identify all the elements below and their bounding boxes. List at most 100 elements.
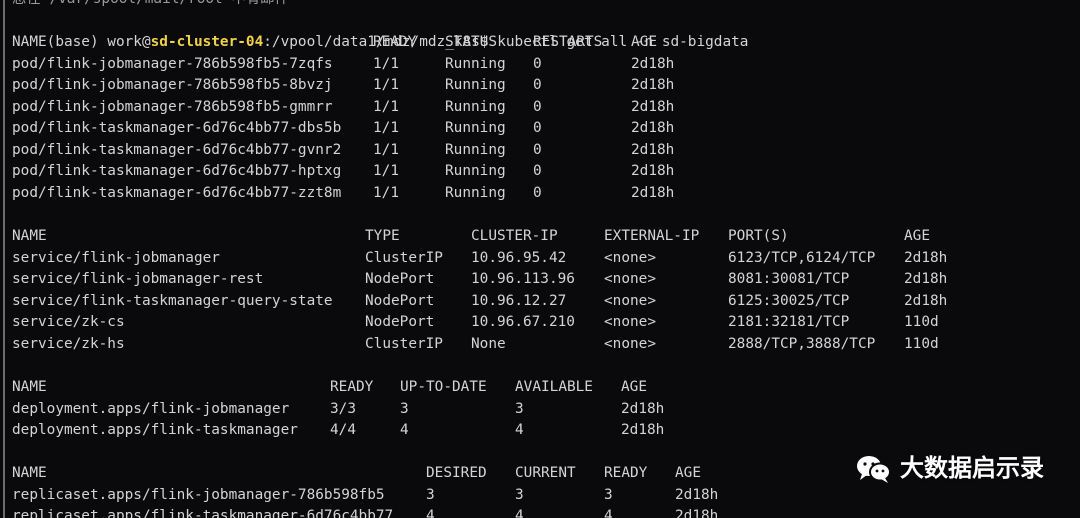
table-cell: 2d18h [621,400,665,417]
column-header: AGE [675,465,701,481]
table-cell: 1/1 [373,184,399,201]
table-row: pod/flink-jobmanager-786b598fb5-8bvzj 1/1… [12,75,1080,97]
table-cell: 1/1 [373,141,399,158]
table-cell: 4 [426,508,435,518]
table-row: pod/flink-taskmanager-6d76c4bb77-dbs5b 1/… [12,118,1080,140]
column-header: NAME [12,465,47,481]
table-cell: 2d18h [904,271,948,287]
table-cell: <none> [604,335,656,352]
table-cell: 10.96.113.96 [471,271,575,287]
table-cell: 0 [533,98,542,115]
table-cell: 3 [604,486,613,503]
table-cell: service/flink-jobmanager-rest [12,271,264,287]
table-cell: 1/1 [373,120,399,136]
table-row: service/flink-jobmanager ClusterIP 10.96.9… [12,248,1080,270]
table-cell: pod/flink-jobmanager-786b598fb5-8bvzj [12,77,333,93]
table-cell: 4 [604,508,613,518]
table-cell: replicaset.apps/flink-taskmanager-6d76c4… [12,508,394,518]
table-cell: 0 [533,184,542,201]
table-cell: 0 [533,120,542,136]
watermark-text: 大数据启示录 [900,454,1044,483]
table-cell: service/flink-taskmanager-query-state [12,292,333,309]
table-cell: 2d18h [631,163,675,179]
table-cell: deployment.apps/flink-jobmanager [12,400,290,417]
table-cell: Running [445,77,506,93]
table-cell: NodePort [365,314,435,330]
table-row: service/zk-hs ClusterIP None <none> 2888/TCP… [12,334,1080,356]
table-cell: 1/1 [373,55,399,72]
table-row: pod/flink-taskmanager-6d76c4bb77-zzt8m 1/… [12,183,1080,205]
table-row: pod/flink-taskmanager-6d76c4bb77-hptxg 1/… [12,161,1080,183]
table-cell: Running [445,98,506,115]
table-cell: 2d18h [675,486,719,503]
table-cell: pod/flink-taskmanager-6d76c4bb77-dbs5b [12,120,342,136]
table-row: pod/flink-jobmanager-786b598fb5-7zqfs 1/1… [12,54,1080,76]
table-row: service/zk-cs NodePort 10.96.67.210 <none> 2… [12,312,1080,334]
column-header: DESIRED [426,465,487,481]
column-header: CLUSTER-IP [471,228,558,244]
wechat-icon [857,456,891,483]
column-header: NAME [12,34,47,50]
table-cell: Running [445,120,506,136]
table-cell: <none> [604,271,656,287]
table-cell: 0 [533,141,542,158]
table-cell: 2d18h [904,249,948,266]
table-cell: 10.96.12.27 [471,292,567,309]
table-cell: 3/3 [330,400,356,417]
table-cell: 3 [426,486,435,503]
table-cell: None [471,335,506,352]
table-cell: 110d [904,335,939,352]
table-row: pod/flink-taskmanager-6d76c4bb77-gvnr2 1/… [12,140,1080,162]
table-cell: service/zk-hs [12,335,125,352]
table-row: deployment.apps/flink-jobmanager 3/3 3 3 2d1… [12,399,1080,421]
table-cell: 0 [533,55,542,72]
wechat-watermark: 大数据启示录 [856,452,1044,486]
column-header: UP-TO-DATE [400,379,487,395]
table-cell: Running [445,55,506,72]
table-cell: ClusterIP [365,335,443,352]
table-cell: <none> [604,249,656,266]
table-cell: 2d18h [631,77,675,93]
column-header: RESTARTS [533,34,603,50]
table-cell: 2888/TCP,3888/TCP [728,335,876,352]
table-cell: 2d18h [631,184,675,201]
table-cell: 4 [515,422,524,438]
table-cell: ClusterIP [365,249,443,266]
table-cell: pod/flink-taskmanager-6d76c4bb77-gvnr2 [12,141,342,158]
table-row: service/flink-jobmanager-rest NodePort 10.… [12,269,1080,291]
table-row: replicaset.apps/flink-jobmanager-786b598… [12,485,1080,507]
column-header: NAME [12,379,47,395]
table-cell: NodePort [365,271,435,287]
table-cell: 2d18h [631,141,675,158]
column-header: TYPE [365,228,400,244]
table-cell: pod/flink-taskmanager-6d76c4bb77-hptxg [12,163,342,179]
table-cell: 2d18h [631,98,675,115]
table-cell: 2d18h [675,508,719,518]
table-cell: 1/1 [373,98,399,115]
table-cell: pod/flink-taskmanager-6d76c4bb77-zzt8m [12,184,342,201]
table-cell: 2181:32181/TCP [728,314,850,330]
column-header: CURRENT [515,465,576,481]
column-header: PORT(S) [728,228,789,244]
table-cell: 3 [400,400,409,417]
column-header: STATUS [445,34,497,50]
table-cell: pod/flink-jobmanager-786b598fb5-gmmrr [12,98,333,115]
table-cell: 2d18h [631,120,675,136]
table-cell: 6123/TCP,6124/TCP [728,249,876,266]
table-cell: 4 [515,508,524,518]
table-cell: NodePort [365,292,435,309]
table-cell: 2d18h [904,292,948,309]
column-header: AGE [621,379,647,395]
table-cell: service/zk-cs [12,314,125,330]
column-header: EXTERNAL-IP [604,228,700,244]
table-cell: Running [445,141,506,158]
table-cell: 0 [533,77,542,93]
terminal-window[interactable]: 您在 /var/spool/mail/root 中有邮件 (base) work… [0,0,1080,518]
table-cell: 8081:30081/TCP [728,271,850,287]
table-cell: 2d18h [631,55,675,72]
column-header: READY [373,34,417,50]
table-cell: deployment.apps/flink-taskmanager [12,422,298,438]
table-row: deployment.apps/flink-taskmanager 4/4 4 4 2d… [12,420,1080,442]
table-cell: 4 [400,422,409,438]
table-cell: 6125:30025/TCP [728,292,850,309]
